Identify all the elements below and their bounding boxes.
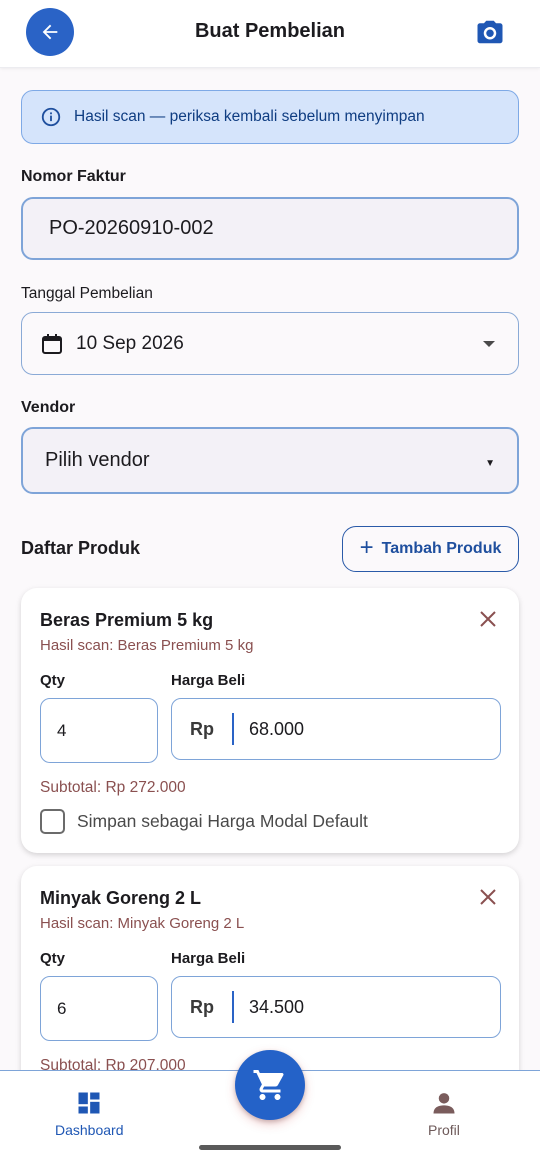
nav-label-profile: Profil bbox=[428, 1122, 460, 1138]
app-bar: Buat Pembelian bbox=[0, 0, 540, 68]
default-price-checkbox[interactable] bbox=[40, 809, 65, 834]
currency-prefix: Rp bbox=[190, 996, 214, 1017]
qty-label: Qty bbox=[40, 950, 66, 967]
nav-item-dashboard[interactable]: Dashboard bbox=[55, 1089, 124, 1138]
purchase-price-input[interactable]: Rp 34.500 bbox=[171, 976, 501, 1038]
qty-value: 6 bbox=[57, 998, 67, 1018]
remove-product-icon[interactable] bbox=[477, 608, 499, 630]
scan-result-text: Hasil scan: Beras Premium 5 kg bbox=[40, 637, 254, 654]
purchase-price-input[interactable]: Rp 68.000 bbox=[171, 698, 501, 760]
purchase-price-value: 68.000 bbox=[249, 718, 305, 739]
purchase-price-value: 34.500 bbox=[249, 996, 305, 1017]
camera-icon bbox=[477, 20, 503, 44]
calendar-icon bbox=[42, 333, 62, 354]
camera-button[interactable] bbox=[472, 14, 508, 50]
currency-prefix: Rp bbox=[190, 718, 214, 739]
default-price-checkbox-label: Simpan sebagai Harga Modal Default bbox=[77, 811, 368, 831]
product-name: Minyak Goreng 2 L bbox=[40, 888, 202, 908]
invoice-number-input[interactable]: PO-20260910-002 bbox=[21, 197, 519, 260]
scan-result-text: Hasil scan: Minyak Goreng 2 L bbox=[40, 915, 245, 932]
home-indicator bbox=[199, 1145, 341, 1150]
scan-info-banner: Hasil scan — periksa kembali sebelum men… bbox=[21, 90, 519, 144]
nav-item-profile[interactable]: Profil bbox=[428, 1089, 460, 1138]
qty-label: Qty bbox=[40, 672, 66, 689]
add-product-button[interactable]: + Tambah Produk bbox=[342, 526, 519, 572]
person-icon bbox=[433, 1093, 455, 1114]
purchase-date-value: 10 Sep 2026 bbox=[76, 332, 184, 354]
default-price-checkbox-row[interactable]: Simpan sebagai Harga Modal Default bbox=[40, 809, 368, 834]
cart-fab-button[interactable] bbox=[235, 1050, 305, 1120]
chevron-down-icon: ▼ bbox=[485, 458, 495, 469]
invoice-number-value: PO-20260910-002 bbox=[49, 217, 214, 239]
purchase-date-picker[interactable]: 10 Sep 2026 bbox=[21, 312, 519, 375]
cart-icon bbox=[253, 1070, 284, 1100]
purchase-date-label: Tanggal Pembelian bbox=[21, 285, 153, 302]
qty-input[interactable]: 6 bbox=[40, 976, 158, 1041]
plus-icon: + bbox=[359, 533, 374, 561]
dashboard-icon bbox=[78, 1092, 100, 1114]
product-card: Beras Premium 5 kg Hasil scan: Beras Pre… bbox=[21, 588, 519, 853]
purchase-price-label: Harga Beli bbox=[171, 672, 246, 689]
prefix-divider bbox=[232, 713, 234, 745]
product-list-title: Daftar Produk bbox=[21, 538, 141, 558]
invoice-label: Nomor Faktur bbox=[21, 168, 126, 185]
subtotal-text: Subtotal: Rp 272.000 bbox=[40, 779, 186, 796]
nav-label-dashboard: Dashboard bbox=[55, 1122, 124, 1138]
qty-input[interactable]: 4 bbox=[40, 698, 158, 763]
remove-product-icon[interactable] bbox=[477, 886, 499, 908]
info-icon bbox=[40, 106, 62, 128]
vendor-select-value: Pilih vendor bbox=[45, 449, 150, 471]
page-title: Buat Pembelian bbox=[194, 20, 346, 42]
purchase-price-label: Harga Beli bbox=[171, 950, 246, 967]
qty-value: 4 bbox=[57, 720, 67, 740]
product-name: Beras Premium 5 kg bbox=[40, 610, 214, 630]
add-product-label: Tambah Produk bbox=[381, 540, 502, 557]
dropdown-caret-icon bbox=[483, 341, 495, 347]
vendor-select[interactable]: Pilih vendor ▼ bbox=[21, 427, 519, 494]
prefix-divider bbox=[232, 991, 234, 1023]
banner-text: Hasil scan — periksa kembali sebelum men… bbox=[74, 108, 425, 125]
vendor-label: Vendor bbox=[21, 399, 76, 416]
